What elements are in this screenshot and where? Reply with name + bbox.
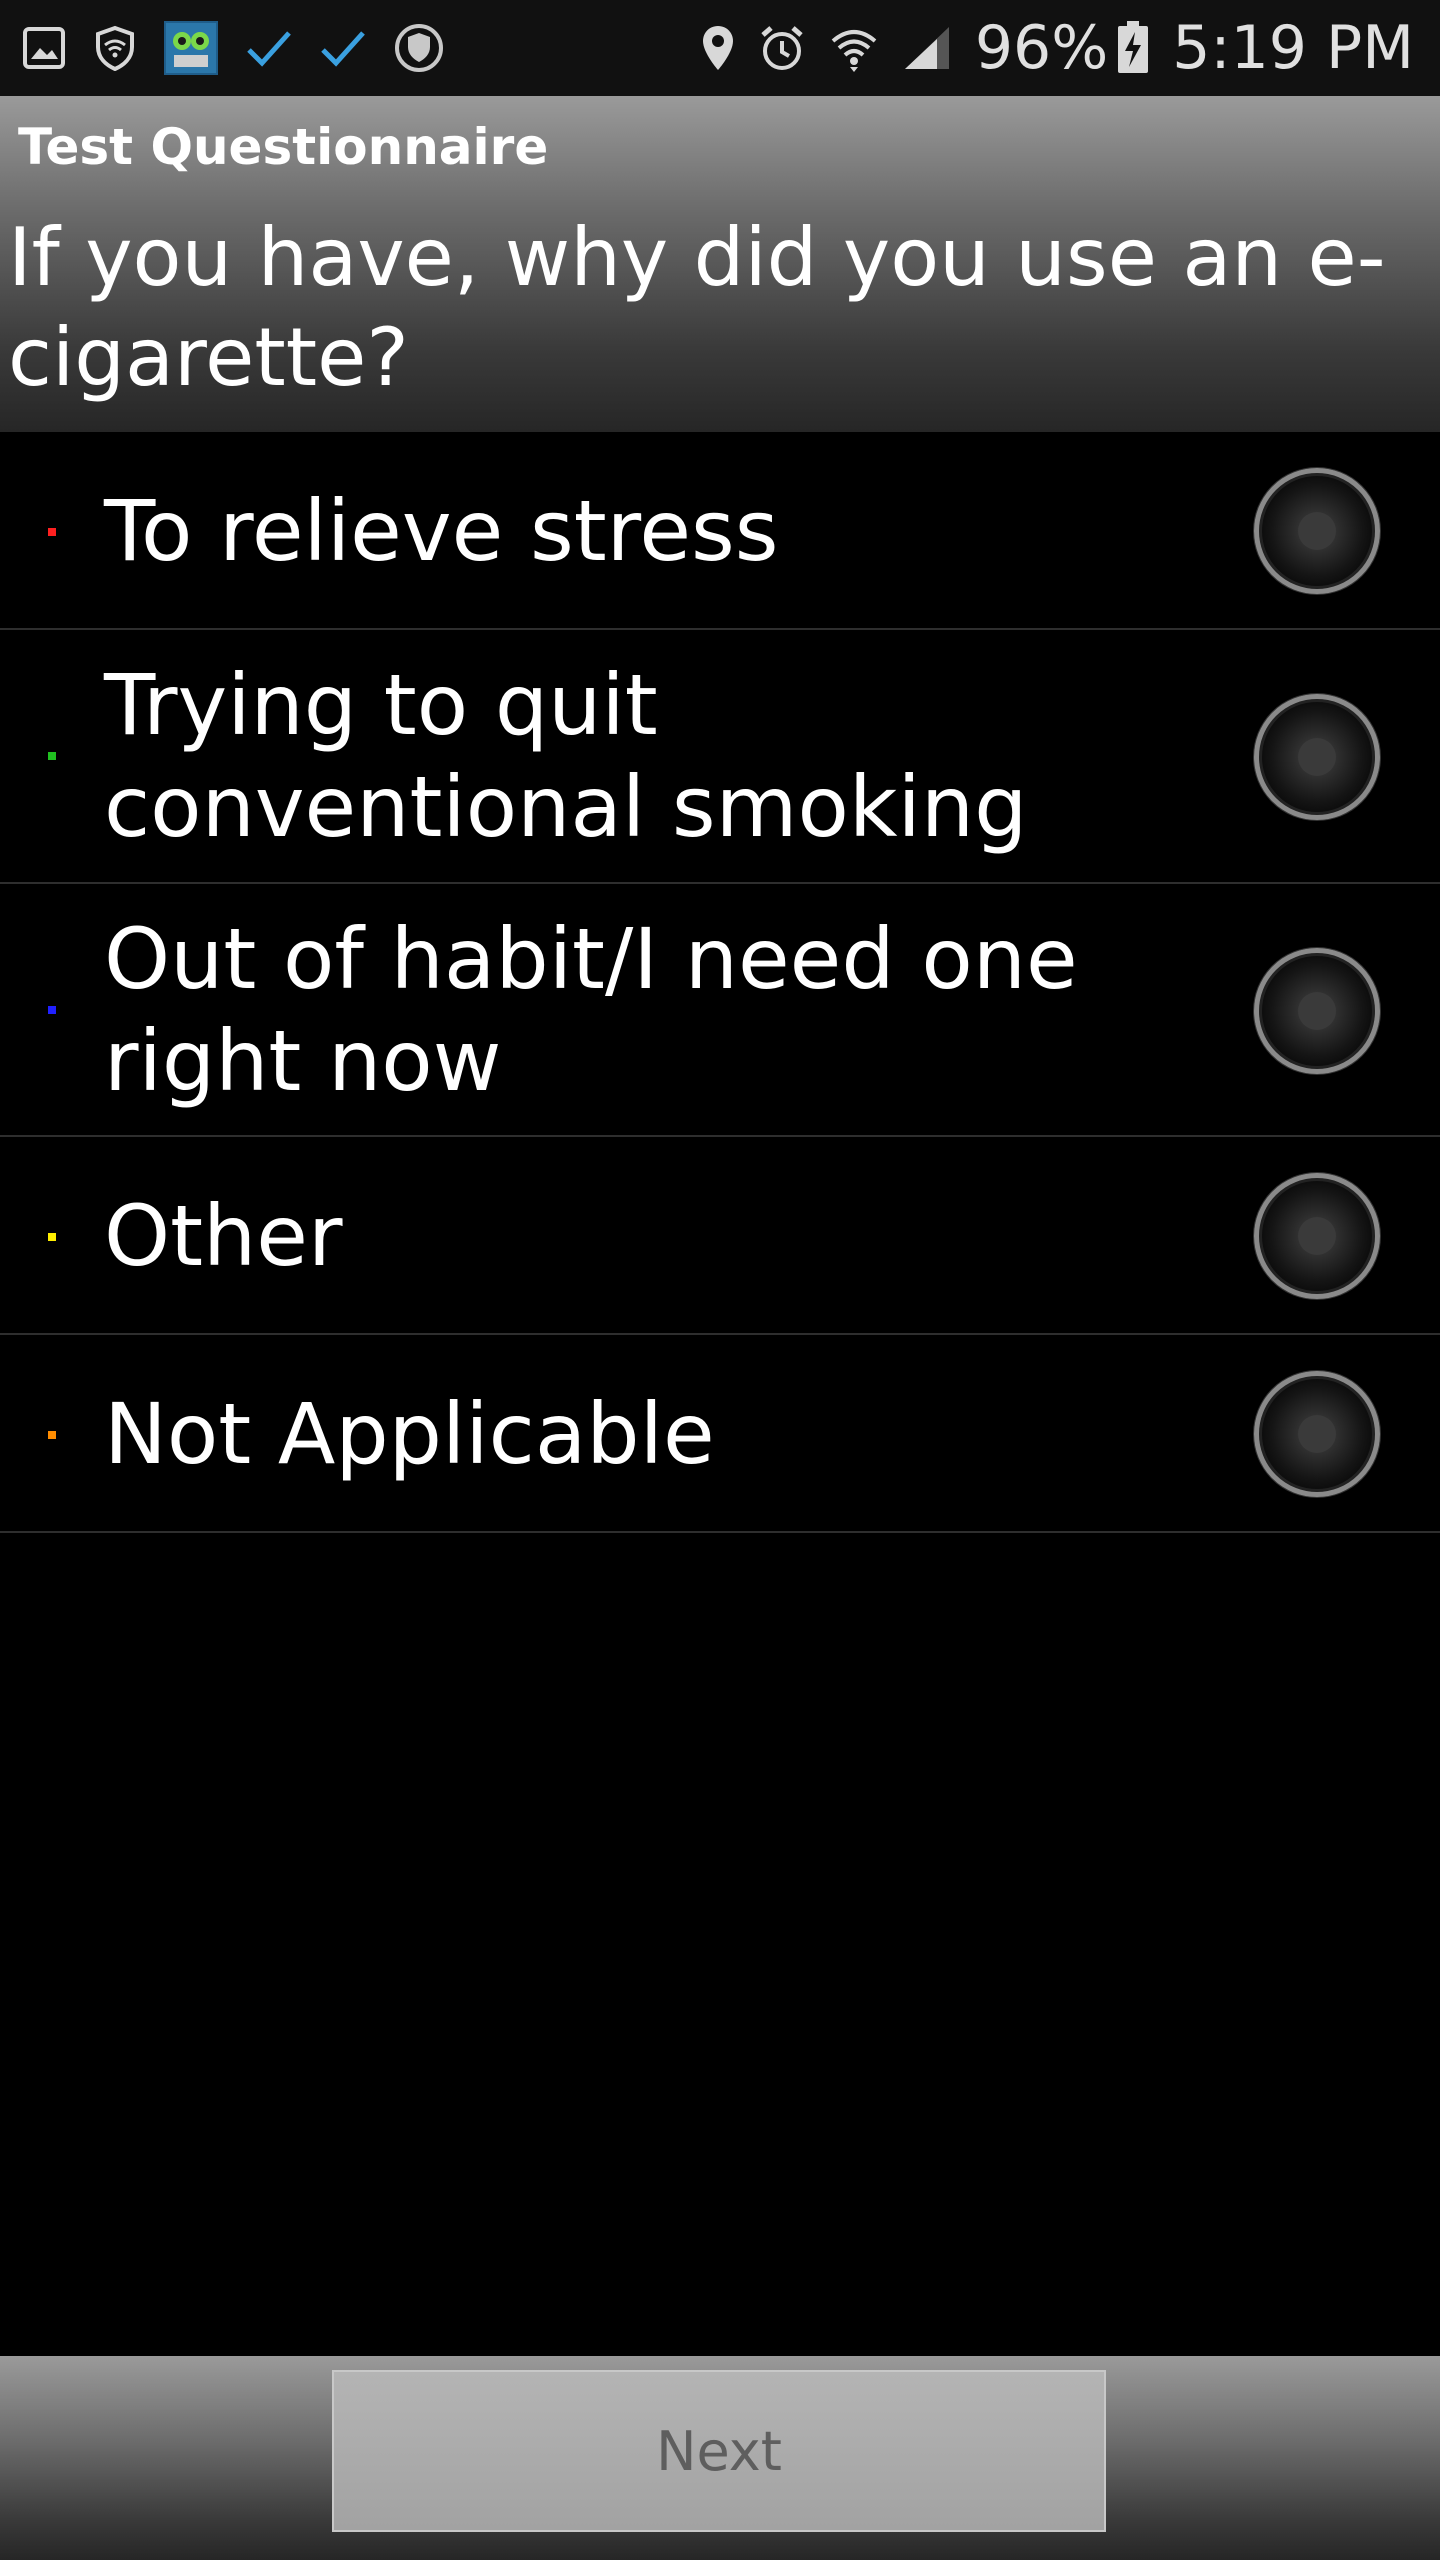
option-color-dot bbox=[48, 1431, 56, 1439]
answer-option[interactable]: Trying to quit conventional smoking bbox=[0, 630, 1440, 884]
wifi-icon bbox=[829, 23, 879, 73]
app-title: Test Questionnaire bbox=[18, 118, 549, 176]
answer-option[interactable]: To relieve stress bbox=[0, 432, 1440, 630]
security-shield-icon bbox=[394, 23, 444, 73]
checkmark-icon bbox=[320, 28, 366, 68]
option-color-dot bbox=[48, 1233, 56, 1241]
radio-center bbox=[1298, 512, 1336, 550]
radio-center bbox=[1298, 992, 1336, 1030]
option-label: Other bbox=[104, 1187, 343, 1285]
shield-wifi-icon bbox=[94, 25, 136, 71]
checkmark-icon bbox=[246, 28, 292, 68]
radio-button[interactable] bbox=[1254, 948, 1380, 1074]
option-color-dot bbox=[48, 528, 56, 536]
option-label: Not Applicable bbox=[104, 1385, 715, 1483]
gallery-icon bbox=[22, 26, 66, 70]
radio-center bbox=[1298, 1217, 1336, 1255]
option-label: To relieve stress bbox=[104, 482, 779, 580]
option-label: Trying to quit conventional smoking bbox=[104, 656, 1028, 856]
radio-button[interactable] bbox=[1254, 468, 1380, 594]
notification-icons bbox=[22, 0, 472, 96]
option-color-dot bbox=[48, 1006, 56, 1014]
app-thumbnail-icon bbox=[164, 21, 218, 75]
question-header: Test Questionnaire If you have, why did … bbox=[0, 96, 1440, 432]
questionnaire-screen: 96% 5:19 PM Test Questionnaire If you ha… bbox=[0, 0, 1440, 2560]
radio-button[interactable] bbox=[1254, 1371, 1380, 1497]
battery-charging-icon bbox=[1116, 21, 1150, 75]
radio-button[interactable] bbox=[1254, 694, 1380, 820]
answer-option[interactable]: Out of habit/I need one right now bbox=[0, 884, 1440, 1137]
alarm-clock-icon bbox=[759, 24, 805, 72]
next-button[interactable]: Next bbox=[332, 2370, 1106, 2532]
battery-percentage: 96% bbox=[974, 13, 1109, 83]
answer-option[interactable]: Other bbox=[0, 1137, 1440, 1335]
answer-options-list: To relieve stress Trying to quit convent… bbox=[0, 432, 1440, 1533]
location-pin-icon bbox=[701, 24, 735, 72]
clock: 5:19 PM bbox=[1172, 13, 1414, 83]
question-text: If you have, why did you use an e-cigare… bbox=[8, 211, 1386, 404]
status-bar: 96% 5:19 PM bbox=[0, 0, 1440, 96]
cell-signal-icon bbox=[903, 25, 951, 71]
option-color-dot bbox=[48, 752, 56, 760]
answer-option[interactable]: Not Applicable bbox=[0, 1335, 1440, 1533]
system-status-icons: 96% 5:19 PM bbox=[677, 0, 1414, 96]
radio-button[interactable] bbox=[1254, 1173, 1380, 1299]
radio-center bbox=[1298, 738, 1336, 776]
radio-center bbox=[1298, 1415, 1336, 1453]
footer-bar: Next bbox=[0, 2356, 1440, 2560]
option-label: Out of habit/I need one right now bbox=[104, 910, 1078, 1110]
